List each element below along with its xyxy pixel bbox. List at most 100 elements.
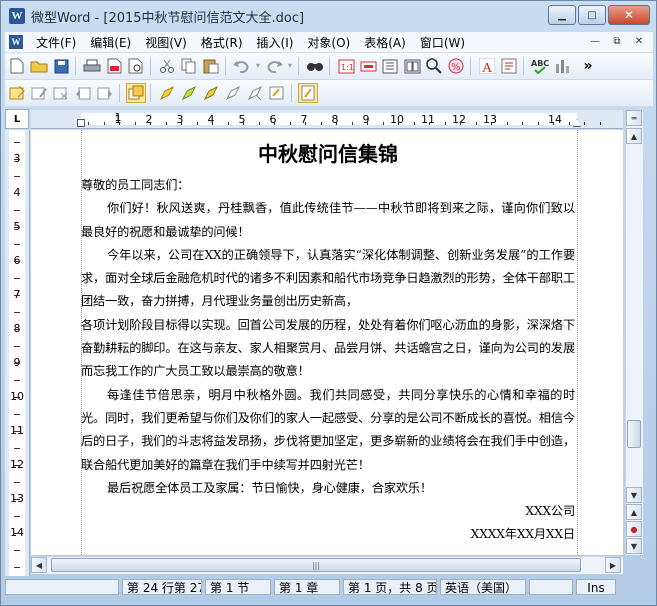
menu-view[interactable]: 视图(V) (138, 34, 194, 51)
pdf-export-icon[interactable] (104, 56, 124, 76)
edit-note-icon[interactable] (29, 83, 49, 103)
menu-edit[interactable]: 编辑(E) (83, 34, 138, 51)
tab-stop-selector[interactable]: L (5, 109, 29, 129)
vertical-scrollbar[interactable]: ═ ▲ ▼ ▲ ● ▼ (625, 110, 643, 555)
copy-icon[interactable] (179, 56, 199, 76)
paste-icon[interactable] (201, 56, 221, 76)
close-button[interactable]: ✕ (608, 5, 650, 25)
columns-icon[interactable] (380, 56, 400, 76)
delete-note-icon[interactable] (51, 83, 71, 103)
paragraph: 今年以来，公司在XX的正确领导下，认真落实“深化体制调整、创新业务发展”的工作要… (81, 247, 575, 309)
ruler-number: 8 (331, 113, 339, 126)
select-browse-object-button[interactable]: ● (626, 521, 642, 537)
ruler-tick (212, 122, 213, 125)
scroll-up-button[interactable]: ▲ (626, 128, 642, 144)
undo-icon[interactable] (232, 56, 252, 76)
status-empty (529, 579, 573, 595)
print-preview-icon[interactable] (126, 56, 146, 76)
marker-green-icon[interactable] (179, 83, 199, 103)
scroll-down-button[interactable]: ▼ (626, 487, 642, 503)
redo-icon[interactable] (264, 56, 284, 76)
cut-icon[interactable] (157, 56, 177, 76)
note-icon[interactable] (7, 83, 27, 103)
previous-page-button[interactable]: ▲ (626, 504, 642, 520)
toolbar-separator (75, 57, 76, 75)
previous-note-icon[interactable] (73, 83, 93, 103)
ruler-tick (150, 122, 151, 125)
menu-window[interactable]: 窗口(W) (413, 34, 472, 51)
marker-yellow-icon[interactable] (201, 83, 221, 103)
paragraph: 各项计划阶段目标得以实现。回首公司发展的历程，处处有着你们呕心沥血的身影，深深烙… (81, 317, 575, 379)
status-message (5, 579, 119, 595)
date-line: XXXX年XX月XX日 (470, 527, 575, 542)
status-insert-mode[interactable]: Ins (576, 579, 616, 595)
left-indent-marker[interactable] (77, 119, 85, 127)
menu-file[interactable]: 文件(F) (29, 34, 83, 51)
review-pane-icon[interactable] (298, 83, 318, 103)
print-icon[interactable] (82, 56, 102, 76)
menu-insert[interactable]: 插入(I) (250, 34, 301, 51)
save-icon[interactable] (51, 56, 71, 76)
marker-erase-icon[interactable] (245, 83, 265, 103)
doc-minimize-button[interactable]: — (587, 33, 603, 49)
standard-toolbar: ▾ ▾ 1:1 % A ABC » (5, 53, 653, 80)
redo-dropdown-icon[interactable]: ▾ (286, 56, 294, 76)
track-changes-icon[interactable] (126, 83, 146, 103)
split-handle[interactable]: ═ (626, 110, 642, 126)
scroll-right-button[interactable]: ▶ (605, 557, 621, 573)
doc-restore-button[interactable]: ⧉ (609, 33, 625, 49)
maximize-button[interactable]: □ (578, 5, 606, 25)
window-title: 微型Word - [2015中秋节慰问信范文大全.doc] (31, 10, 305, 26)
spellcheck-icon[interactable]: ABC (530, 56, 550, 76)
horizontal-scrollbar[interactable]: ◀ ||| ▶ (31, 556, 623, 574)
ruler-tick (14, 244, 20, 245)
document-body[interactable]: 中秋慰问信集锦 尊敬的员工同志们： 你们好！秋风送爽，丹桂飘香，值此传统佳节——… (81, 140, 575, 547)
minimize-button[interactable]: ▁ (548, 5, 576, 25)
status-page-count: 第 1 页，共 8 页 (343, 579, 437, 595)
insert-field-icon[interactable] (358, 56, 378, 76)
frame-icon[interactable] (402, 56, 422, 76)
horizontal-scroll-thumb[interactable]: ||| (51, 558, 581, 572)
ruler-number: 10 (390, 113, 404, 126)
highlight-icon[interactable] (157, 83, 177, 103)
marker-outline-icon[interactable] (223, 83, 243, 103)
page-number-icon[interactable]: 1:1 (336, 56, 356, 76)
vertical-ruler[interactable]: 3 4 5 6 7 8 9 10 11 12 13 14 (5, 130, 30, 576)
zoom-icon[interactable] (424, 56, 444, 76)
next-page-button[interactable]: ▼ (626, 538, 642, 554)
new-document-icon[interactable] (7, 56, 27, 76)
percent-icon[interactable]: % (446, 56, 466, 76)
ruler-number: 9 (362, 113, 370, 126)
ruler-tick (14, 193, 20, 194)
chart-icon[interactable] (552, 56, 572, 76)
next-note-icon[interactable] (95, 83, 115, 103)
ruler-number: 7 (300, 113, 308, 126)
open-folder-icon[interactable] (29, 56, 49, 76)
horizontal-ruler[interactable]: 1 1 2 3 4 5 6 7 8 9 10 11 12 13 14 (31, 110, 623, 129)
vertical-scroll-thumb[interactable] (627, 420, 641, 448)
ruler-tick (14, 397, 20, 398)
menu-object[interactable]: 对象(O) (300, 34, 357, 51)
menu-format[interactable]: 格式(R) (194, 34, 250, 51)
paragraph: 每逢佳节倍思亲，明月中秋格外圆。我们共同感受，共同分享快乐的心情和幸福的时光。同… (81, 387, 575, 472)
toolbar-separator (291, 84, 292, 102)
ruler-tick (181, 122, 182, 125)
find-icon[interactable] (305, 56, 325, 76)
symbol-icon[interactable] (499, 56, 519, 76)
document-icon[interactable]: W (9, 35, 23, 49)
ruler-tick (103, 122, 105, 125)
document-page[interactable]: 中秋慰问信集锦 尊敬的员工同志们： 你们好！秋风送爽，丹桂飘香，值此传统佳节——… (31, 130, 623, 555)
word-app-icon: W (9, 8, 25, 24)
status-language[interactable]: 英语（美国） (440, 579, 526, 595)
ruler-tick (599, 122, 601, 125)
undo-dropdown-icon[interactable]: ▾ (254, 56, 262, 76)
document-title: 中秋慰问信集锦 (258, 142, 398, 166)
scroll-left-button[interactable]: ◀ (31, 557, 47, 573)
font-icon[interactable]: A (477, 56, 497, 76)
doc-close-button[interactable]: ✕ (631, 33, 647, 49)
title-bar[interactable]: W 微型Word - [2015中秋节慰问信范文大全.doc] ▁ □ ✕ (1, 1, 656, 31)
toolbar-overflow-icon[interactable]: » (578, 56, 598, 76)
menu-table[interactable]: 表格(A) (357, 34, 413, 51)
ruler-tick (553, 122, 554, 125)
marker-settings-icon[interactable] (267, 83, 287, 103)
